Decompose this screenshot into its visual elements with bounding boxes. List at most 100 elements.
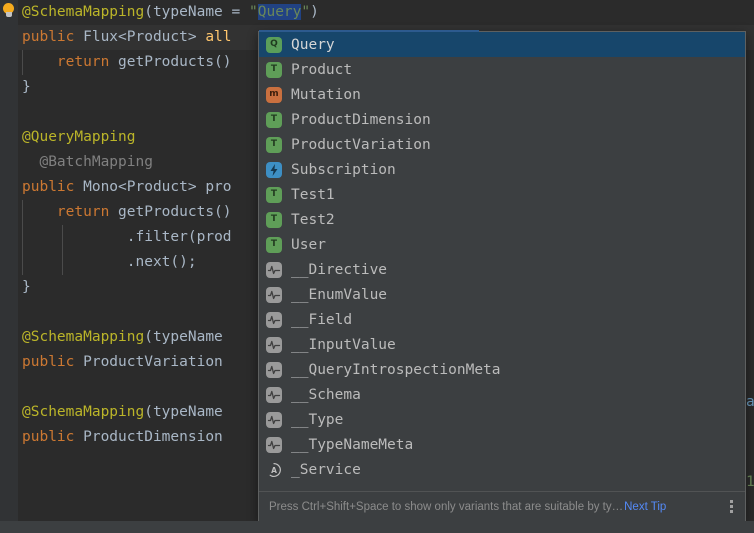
completion-item[interactable]: T Test1 [259, 182, 745, 207]
graphql-type-icon: T [266, 111, 282, 128]
code-token: ProductVariation [83, 354, 223, 370]
code-token: } [22, 79, 31, 95]
code-token: .next(); [126, 254, 197, 270]
completion-item-label: __TypeNameMeta [291, 436, 414, 453]
code-token: getProducts() [118, 54, 232, 70]
code-token: typeName [152, 329, 223, 345]
completion-item-label: Test1 [291, 186, 335, 203]
graphql-type-icon: T [266, 236, 282, 253]
popup-accent-bar [259, 30, 479, 32]
code-token: public [22, 29, 84, 45]
code-right-overflow: a1 [746, 0, 754, 533]
code-token: return [56, 204, 119, 220]
completion-item[interactable]: A _Service [259, 457, 745, 482]
apollo-federation-icon: A [266, 462, 282, 478]
completion-item[interactable]: __Type [259, 407, 745, 432]
completion-item[interactable]: T Product [259, 57, 745, 82]
graphql-type-icon: T [266, 186, 282, 203]
code-token: @SchemaMapping [22, 4, 145, 20]
completion-item[interactable]: Q Query [259, 32, 745, 57]
code-token: Flux<Product> [83, 29, 206, 45]
lightbulb-icon[interactable] [2, 3, 15, 19]
completion-item[interactable]: T Test2 [259, 207, 745, 232]
completion-item-label: Mutation [291, 86, 361, 103]
code-token: typeName [152, 404, 223, 420]
code-token: public [22, 179, 84, 195]
completion-item-label: ProductVariation [291, 136, 431, 153]
more-options-icon[interactable] [723, 498, 739, 516]
completion-item-label: __Schema [291, 386, 361, 403]
graphql-subscription-icon [266, 161, 282, 178]
code-token: @BatchMapping [39, 154, 153, 170]
code-token: .filter(prod [126, 229, 232, 245]
code-token: = [222, 4, 249, 20]
completion-item[interactable]: T ProductVariation [259, 132, 745, 157]
graphql-introspection-icon [266, 361, 282, 378]
code-token: Mono<Product> [83, 179, 206, 195]
code-token: getProducts() [118, 204, 232, 220]
code-token: ( [144, 404, 153, 420]
completion-item-label: __QueryIntrospectionMeta [291, 361, 501, 378]
code-token: public [22, 429, 84, 445]
graphql-introspection-icon [266, 261, 282, 278]
completion-item[interactable]: __Directive [259, 257, 745, 282]
code-token: return [56, 54, 119, 70]
code-token: } [22, 279, 31, 295]
code-token: " [249, 4, 258, 20]
code-line: @SchemaMapping(typeName = "Query") [18, 0, 754, 25]
completion-item[interactable]: T ProductDimension [259, 107, 745, 132]
graphql-introspection-icon [266, 411, 282, 428]
code-token: " [301, 4, 311, 20]
completion-item-label: __Type [291, 411, 344, 428]
completion-item[interactable]: __Schema [259, 382, 745, 407]
code-token: typeName [152, 4, 223, 20]
next-tip-link[interactable]: Next Tip [624, 501, 666, 513]
completion-item-label: Test2 [291, 211, 335, 228]
code-token: Query [257, 4, 302, 20]
graphql-introspection-icon [266, 386, 282, 403]
completion-item[interactable]: m Mutation [259, 82, 745, 107]
code-token: ( [144, 4, 153, 20]
code-token: 1 [746, 474, 754, 490]
editor-gutter[interactable] [0, 0, 18, 533]
code-token: @SchemaMapping [22, 329, 145, 345]
popup-footer: Press Ctrl+Shift+Space to show only vari… [259, 491, 745, 521]
svg-text:A: A [271, 466, 277, 475]
completion-list[interactable]: Q Query T Product m Mutation T ProductDimension… [259, 32, 745, 491]
graphql-query-icon: Q [266, 36, 282, 53]
code-token: public [22, 354, 84, 370]
completion-item[interactable]: __TypeNameMeta [259, 432, 745, 457]
graphql-introspection-icon [266, 436, 282, 453]
completion-item[interactable]: __QueryIntrospectionMeta [259, 357, 745, 382]
graphql-introspection-icon [266, 286, 282, 303]
completion-item[interactable]: __EnumValue [259, 282, 745, 307]
graphql-introspection-icon [266, 336, 282, 353]
autocomplete-popup[interactable]: Q Query T Product m Mutation T ProductDimension… [258, 30, 746, 522]
graphql-type-icon: T [266, 136, 282, 153]
code-token: all [205, 29, 232, 45]
code-token: @SchemaMapping [22, 404, 145, 420]
completion-item[interactable]: T User [259, 232, 745, 257]
graphql-introspection-icon [266, 311, 282, 328]
completion-item-label: ProductDimension [291, 111, 431, 128]
completion-item-label: _Service [291, 461, 361, 478]
code-token: pro [205, 179, 232, 195]
completion-item-label: User [291, 236, 326, 253]
code-token: a [746, 394, 754, 410]
code-token: ( [144, 329, 153, 345]
completion-item-label: Product [291, 61, 353, 78]
completion-item-label: Query [291, 36, 335, 53]
completion-item-label: __Field [291, 311, 353, 328]
completion-item[interactable]: __Field [259, 307, 745, 332]
graphql-type-icon: T [266, 61, 282, 78]
graphql-type-icon: T [266, 211, 282, 228]
completion-item[interactable]: Subscription [259, 157, 745, 182]
completion-hint-text: Press Ctrl+Shift+Space to show only vari… [269, 500, 624, 513]
completion-item[interactable]: __InputValue [259, 332, 745, 357]
ide-editor-window: @SchemaMapping(typeName = "Query") public… [0, 0, 754, 533]
